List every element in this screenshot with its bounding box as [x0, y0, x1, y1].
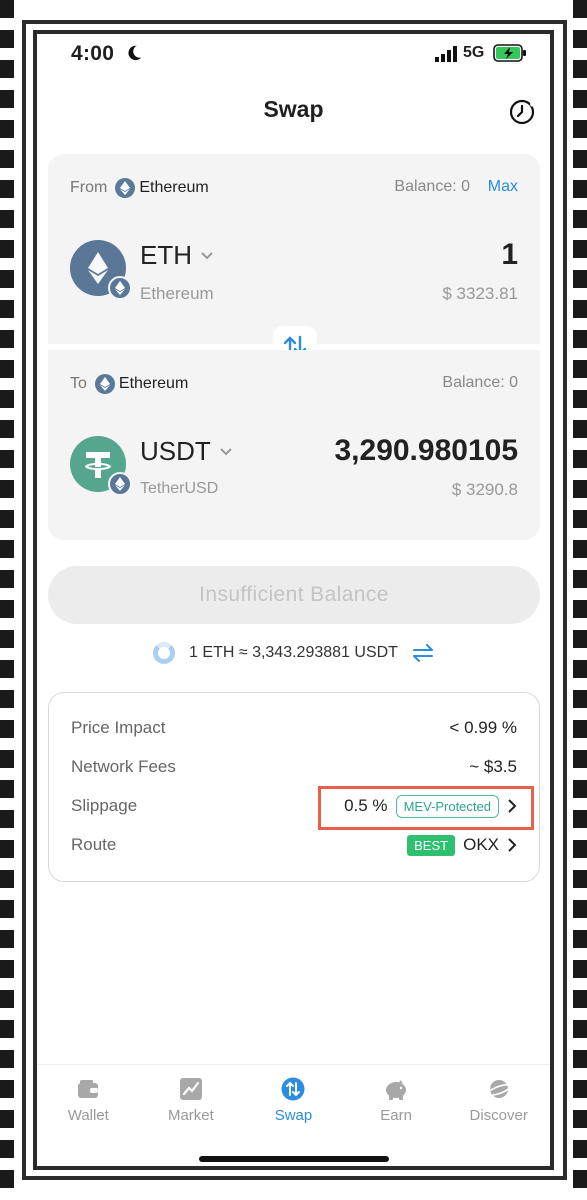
status-time: 4:00: [71, 42, 115, 65]
from-chain-name: Ethereum: [139, 179, 209, 196]
home-indicator: [199, 1156, 389, 1162]
history-icon[interactable]: [508, 98, 536, 126]
to-chain-row[interactable]: To Ethereum: [70, 374, 188, 394]
insufficient-balance-button[interactable]: Insufficient Balance: [48, 566, 540, 624]
price-impact-value: < 0.99 %: [449, 718, 517, 737]
swap-icon: [281, 1077, 305, 1101]
tab-label: Market: [167, 1107, 214, 1124]
from-card: From Ethereum Balance: 0 Max ETH Ethereu…: [48, 154, 540, 344]
page-title: Swap: [263, 96, 324, 122]
from-token-symbol: ETH: [140, 240, 192, 270]
chevron-down-icon: [220, 447, 232, 455]
phone-screen: 4:00 5G Swap From Ethereum Balance: 0 Ma…: [33, 30, 554, 1170]
price-impact-row: Price Impact < 0.99 %: [71, 713, 517, 743]
chevron-right-icon: [508, 838, 517, 852]
from-balance: Balance: 0: [394, 178, 470, 195]
network-type: 5G: [463, 44, 485, 61]
route-label: Route: [71, 835, 117, 854]
route-value: OKX: [463, 835, 499, 854]
page-edge-left: [0, 0, 14, 1200]
max-button[interactable]: Max: [488, 178, 518, 196]
annotation-highlight-box: [318, 786, 534, 830]
to-fiat-value: $ 3290.8: [451, 480, 518, 499]
to-card: To Ethereum Balance: 0 USDT TetherUSD 3,…: [48, 350, 540, 540]
moon-icon: [128, 45, 142, 61]
market-chart-icon: [179, 1078, 202, 1100]
page-edge-right: [573, 0, 587, 1200]
loading-spinner-icon: [153, 642, 176, 664]
ethereum-chain-icon: [115, 178, 136, 198]
tab-label: Discover: [469, 1107, 528, 1124]
tab-label: Swap: [274, 1107, 313, 1124]
to-chain-name: Ethereum: [118, 375, 189, 392]
to-token-symbol: USDT: [140, 436, 211, 466]
slippage-label: Slippage: [71, 796, 138, 815]
tab-label: Earn: [380, 1107, 412, 1124]
tab-market[interactable]: Market: [140, 1065, 243, 1144]
exchange-rate-text: 1 ETH ≈ 3,343.293881 USDT: [189, 644, 398, 661]
from-token-selector[interactable]: ETH: [140, 240, 214, 271]
tab-swap[interactable]: Swap: [242, 1065, 345, 1144]
tab-label: Wallet: [67, 1107, 109, 1124]
invert-rate-icon[interactable]: [412, 644, 434, 662]
tab-earn[interactable]: Earn: [345, 1065, 448, 1144]
bottom-tab-bar: Wallet Market Swap Earn Discover: [37, 1064, 550, 1144]
from-token-name: Ethereum: [140, 284, 214, 303]
from-chain-row[interactable]: From Ethereum: [70, 178, 209, 198]
from-amount-input[interactable]: 1: [501, 238, 518, 272]
tab-discover[interactable]: Discover: [447, 1065, 550, 1144]
from-fiat-value: $ 3323.81: [442, 284, 518, 303]
planet-icon: [486, 1080, 511, 1098]
to-label: To: [70, 375, 87, 392]
ethereum-network-badge-icon: [108, 276, 132, 300]
signal-icon: [435, 46, 457, 62]
to-token-name: TetherUSD: [140, 480, 219, 497]
ethereum-network-badge-icon: [108, 472, 132, 496]
to-amount: 3,290.980105: [334, 434, 518, 467]
price-impact-label: Price Impact: [71, 718, 166, 737]
usdt-token-icon: [70, 436, 132, 496]
chevron-down-icon: [201, 251, 213, 259]
wallet-icon: [78, 1080, 99, 1098]
ethereum-chain-icon: [94, 374, 115, 394]
eth-token-icon: [70, 240, 132, 300]
tab-wallet[interactable]: Wallet: [37, 1065, 140, 1144]
to-balance: Balance: 0: [442, 374, 518, 391]
status-bar: 4:00 5G: [37, 34, 550, 74]
network-fees-row: Network Fees ~ $3.5: [71, 752, 517, 782]
network-fees-label: Network Fees: [71, 757, 176, 776]
route-value-group[interactable]: BEST OKX: [407, 834, 517, 856]
battery-charging-icon: [493, 44, 526, 62]
route-row[interactable]: Route BEST OKX: [71, 830, 517, 860]
to-token-selector[interactable]: USDT: [140, 436, 233, 467]
from-label: From: [70, 179, 108, 196]
best-route-badge: BEST: [407, 834, 456, 856]
exchange-rate-row: 1 ETH ≈ 3,343.293881 USDT: [37, 638, 550, 668]
network-fees-value: ~ $3.5: [469, 757, 517, 776]
piggy-bank-icon: [386, 1080, 407, 1100]
